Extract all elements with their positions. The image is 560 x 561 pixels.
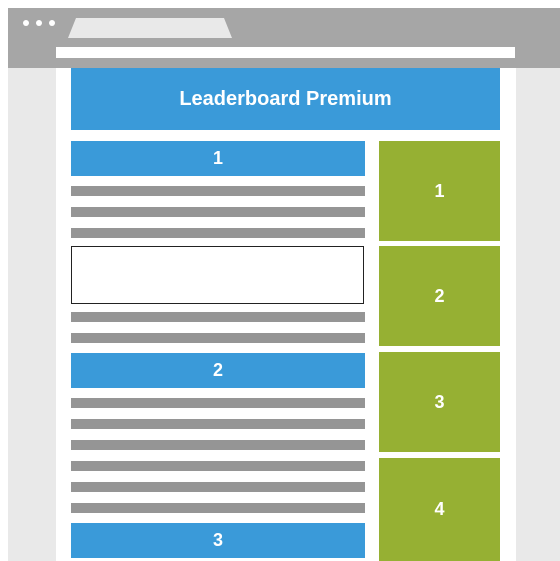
- sidebar-ad-1[interactable]: 1: [379, 141, 500, 241]
- content-heading-1[interactable]: 1: [71, 141, 365, 176]
- text-line: [71, 482, 365, 492]
- text-line: [71, 186, 365, 196]
- inline-ad-box[interactable]: [71, 246, 364, 304]
- text-line: [71, 228, 365, 238]
- content-heading-label: 2: [212, 360, 223, 380]
- sidebar-ad-label: 4: [434, 499, 445, 519]
- page-margin-right: [516, 68, 560, 561]
- text-line: [71, 312, 365, 322]
- content-heading-label: 1: [212, 148, 223, 168]
- text-line: [71, 398, 365, 408]
- window-control-dot-icon[interactable]: [23, 20, 29, 26]
- browser-tab[interactable]: [68, 18, 232, 38]
- leaderboard-banner[interactable]: Leaderboard Premium: [71, 68, 500, 130]
- window-control-dot-icon[interactable]: [49, 20, 55, 26]
- text-line: [71, 419, 365, 429]
- sidebar-ad-label: 3: [434, 391, 445, 412]
- sidebar-ad-4[interactable]: 4: [379, 458, 500, 561]
- text-line: [71, 461, 365, 471]
- text-line: [71, 440, 365, 450]
- address-bar[interactable]: [56, 47, 515, 58]
- text-line: [71, 503, 365, 513]
- content-heading-2[interactable]: 2: [71, 353, 365, 388]
- window-control-dot-icon[interactable]: [36, 20, 42, 26]
- text-line: [71, 207, 365, 217]
- text-line: [71, 333, 365, 343]
- sidebar-ad-label: 1: [434, 180, 445, 201]
- content-heading-3[interactable]: 3: [71, 523, 365, 558]
- leaderboard-title: Leaderboard Premium: [179, 87, 392, 110]
- page-margin-left: [8, 68, 56, 561]
- sidebar-ad-label: 2: [434, 285, 445, 306]
- content-heading-label: 3: [212, 530, 223, 550]
- sidebar-ad-2[interactable]: 2: [379, 246, 500, 346]
- sidebar-ad-3[interactable]: 3: [379, 352, 500, 452]
